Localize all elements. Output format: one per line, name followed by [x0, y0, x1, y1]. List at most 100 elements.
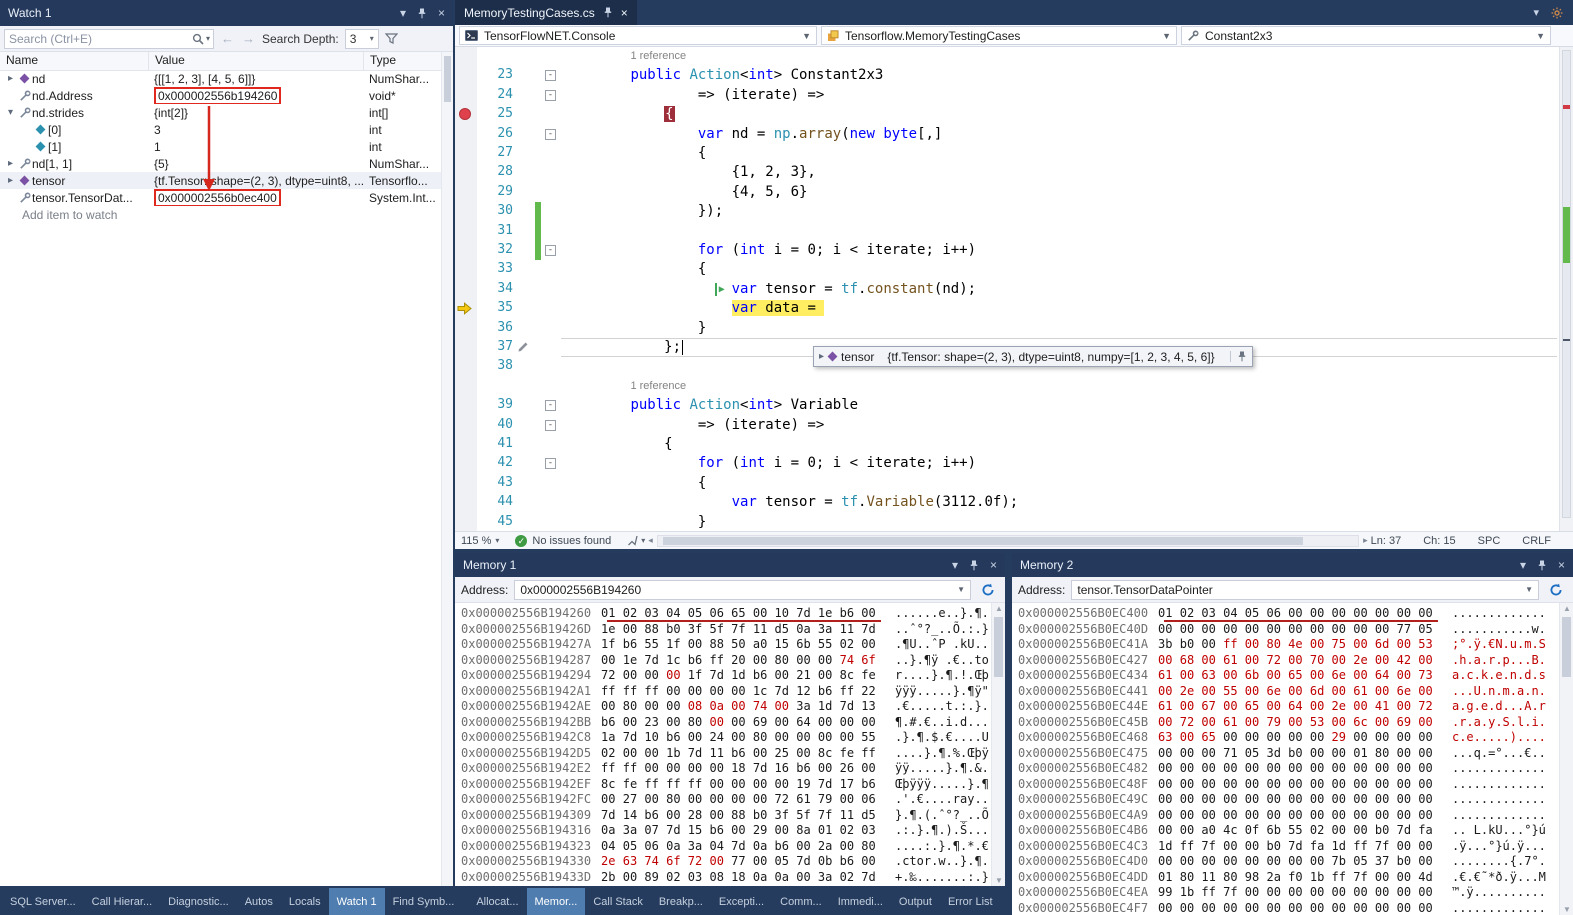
line-number[interactable]: 41	[477, 436, 513, 451]
filter-icon[interactable]	[385, 33, 398, 45]
column-header-value[interactable]: Value	[148, 52, 363, 70]
memory-row[interactable]: 0x000002556B0EC43461 00 63 00 6b 00 65 0…	[1018, 668, 1559, 684]
datatip-popup[interactable]: ▸ tensor {tf.Tensor: shape=(2, 3), dtype…	[813, 346, 1253, 367]
fold-toggle-icon[interactable]: -	[545, 400, 556, 411]
close-icon[interactable]: ×	[621, 6, 628, 20]
breakpoint-icon[interactable]	[459, 108, 471, 120]
bottom-tab-immedi[interactable]: Immedi...	[830, 888, 891, 915]
memory-row[interactable]: 0x000002556B19433D2b 00 89 02 03 08 18 0…	[461, 870, 991, 886]
line-number[interactable]: 23	[477, 67, 513, 82]
memory-row[interactable]: 0x000002556B1943160a 3a 07 7d 15 b6 00 2…	[461, 823, 991, 839]
memory2-address-combo[interactable]: ▼	[1071, 580, 1539, 600]
expander-icon[interactable]: ▸	[4, 175, 17, 186]
line-number[interactable]: 39	[477, 397, 513, 412]
codelens-label[interactable]: 1 reference	[630, 380, 686, 392]
line-number[interactable]: 32	[477, 242, 513, 257]
line-number[interactable]: 25	[477, 106, 513, 121]
memory-row[interactable]: 0x000002556B0EC44E61 00 67 00 65 00 64 0…	[1018, 699, 1559, 715]
memory2-scrollbar[interactable]: ▲ ▼	[1559, 603, 1573, 915]
close-icon[interactable]: ×	[438, 7, 445, 19]
fold-toggle-icon[interactable]: -	[545, 129, 556, 140]
code-line[interactable]: 45 }	[455, 513, 1559, 531]
memory-row[interactable]: 0x000002556B0EC4DD01 80 11 80 98 2a f0 1…	[1018, 870, 1559, 886]
search-back-icon[interactable]: ←	[220, 31, 235, 46]
line-number[interactable]: 33	[477, 261, 513, 276]
line-number[interactable]: 34	[477, 281, 513, 296]
add-watch-row[interactable]: Add item to watch	[0, 206, 441, 223]
memory-row[interactable]: 0x000002556B1942FC00 27 00 80 00 00 00 0…	[461, 792, 991, 808]
scrollbar-thumb[interactable]	[444, 56, 451, 102]
run-to-cursor-icon[interactable]: ▶	[715, 283, 725, 296]
watch-row[interactable]: nd.Address0x000002556b194260void*	[0, 87, 441, 104]
code-line[interactable]: 25 {	[455, 105, 1559, 124]
chevron-down-icon[interactable]: ▼	[1520, 585, 1538, 594]
code-line[interactable]: 41 {	[455, 435, 1559, 454]
memory-row[interactable]: 0x000002556B1942A1ff ff ff 00 00 00 00 1…	[461, 684, 991, 700]
code-line[interactable]: 42- for (int i = 0; i < iterate; i++)	[455, 454, 1559, 473]
memory-row[interactable]: 0x000002556B0EC47500 00 00 71 05 3d b0 0…	[1018, 746, 1559, 762]
line-number[interactable]: 28	[477, 164, 513, 179]
memory1-address-combo[interactable]: ▼	[514, 580, 971, 600]
code-line[interactable]: 39- public Action<int> Variable	[455, 396, 1559, 415]
window-position-chevron-icon[interactable]: ▾	[952, 559, 958, 571]
code-line[interactable]: 27 {	[455, 144, 1559, 163]
scrollbar-thumb[interactable]	[1562, 50, 1571, 518]
code-line[interactable]: 1 reference	[455, 377, 1559, 396]
datatip-pin-icon[interactable]	[1230, 351, 1247, 362]
memory1-scrollbar[interactable]: ▲ ▼	[991, 603, 1005, 886]
refresh-icon[interactable]	[977, 580, 999, 600]
fold-toggle-icon[interactable]: -	[545, 245, 556, 256]
memory-row[interactable]: 0x000002556B0EC4B600 00 a0 4c 0f 6b 55 0…	[1018, 823, 1559, 839]
memory-row[interactable]: 0x000002556B1942EF8c fe ff ff ff 00 00 0…	[461, 777, 991, 793]
document-health-icon[interactable]: ▾	[627, 535, 645, 546]
member-dropdown[interactable]: Constant2x3 ▼	[1181, 26, 1551, 45]
bottom-tab-watch-1[interactable]: Watch 1	[329, 888, 385, 915]
watch-row[interactable]: ▾nd.strides{int[2]}int[]	[0, 104, 441, 121]
memory-row[interactable]: 0x000002556B19426D1e 00 88 b0 3f 5f 7f 1…	[461, 622, 991, 638]
fold-toggle-icon[interactable]: -	[545, 70, 556, 81]
memory2-address-input[interactable]	[1072, 583, 1520, 597]
pin-icon[interactable]	[603, 7, 613, 18]
line-number[interactable]: 40	[477, 417, 513, 432]
memory-row[interactable]: 0x000002556B19428700 1e 7d 1c b6 ff 20 0…	[461, 653, 991, 669]
close-icon[interactable]: ×	[1558, 559, 1565, 571]
expander-icon[interactable]: ▸	[4, 73, 17, 84]
line-number[interactable]: 38	[477, 358, 513, 373]
search-options-chevron-icon[interactable]: ▾	[206, 34, 210, 43]
memory-row[interactable]: 0x000002556B19432304 05 06 0a 3a 04 7d 0…	[461, 839, 991, 855]
memory-row[interactable]: 0x000002556B0EC4F700 00 00 00 00 00 00 0…	[1018, 901, 1559, 915]
pin-icon[interactable]	[969, 560, 979, 571]
expander-icon[interactable]: ▸	[4, 158, 17, 169]
memory1-hex-view[interactable]: 0x000002556B19426001 02 03 04 05 06 65 0…	[455, 603, 991, 886]
watch-row[interactable]: [0]3int	[0, 121, 441, 138]
line-number[interactable]: 24	[477, 87, 513, 102]
window-position-chevron-icon[interactable]: ▾	[1520, 559, 1526, 571]
code-line[interactable]: 1 reference	[455, 47, 1559, 66]
scroll-up-icon[interactable]: ▲	[1560, 604, 1573, 613]
bottom-tab-comm[interactable]: Comm...	[772, 888, 830, 915]
bottom-tab-call-hierar[interactable]: Call Hierar...	[84, 888, 161, 915]
code-line[interactable]: 28 {1, 2, 3},	[455, 163, 1559, 182]
code-editor[interactable]: ▸ tensor {tf.Tensor: shape=(2, 3), dtype…	[455, 47, 1559, 531]
line-number[interactable]: 26	[477, 126, 513, 141]
bottom-tab-excepti[interactable]: Excepti...	[711, 888, 772, 915]
search-box[interactable]: ▾	[4, 29, 214, 49]
code-line[interactable]: 44 var tensor = tf.Variable(3112.0f);	[455, 493, 1559, 512]
expander-icon[interactable]: ▾	[4, 107, 17, 118]
close-icon[interactable]: ×	[990, 559, 997, 571]
scrollbar-thumb[interactable]	[994, 617, 1003, 677]
code-line[interactable]: 31	[455, 222, 1559, 241]
fold-toggle-icon[interactable]: -	[545, 90, 556, 101]
memory-row[interactable]: 0x000002556B1942C81a 7d 10 b6 00 24 00 8…	[461, 730, 991, 746]
scrollbar-thumb[interactable]	[1562, 617, 1571, 677]
line-number[interactable]: 27	[477, 145, 513, 160]
memory-row[interactable]: 0x000002556B0EC44100 2e 00 55 00 6e 00 6…	[1018, 684, 1559, 700]
expander-icon[interactable]: ▸	[819, 351, 824, 362]
line-number[interactable]: 43	[477, 475, 513, 490]
memory-row[interactable]: 0x000002556B0EC4A900 00 00 00 00 00 00 0…	[1018, 808, 1559, 824]
memory-row[interactable]: 0x000002556B0EC41A3b b0 00 ff 00 80 4e 0…	[1018, 637, 1559, 653]
column-header-name[interactable]: Name	[0, 52, 148, 70]
window-position-chevron-icon[interactable]: ▾	[400, 7, 406, 19]
chevron-down-icon[interactable]: ▼	[952, 585, 970, 594]
line-number[interactable]: 30	[477, 203, 513, 218]
